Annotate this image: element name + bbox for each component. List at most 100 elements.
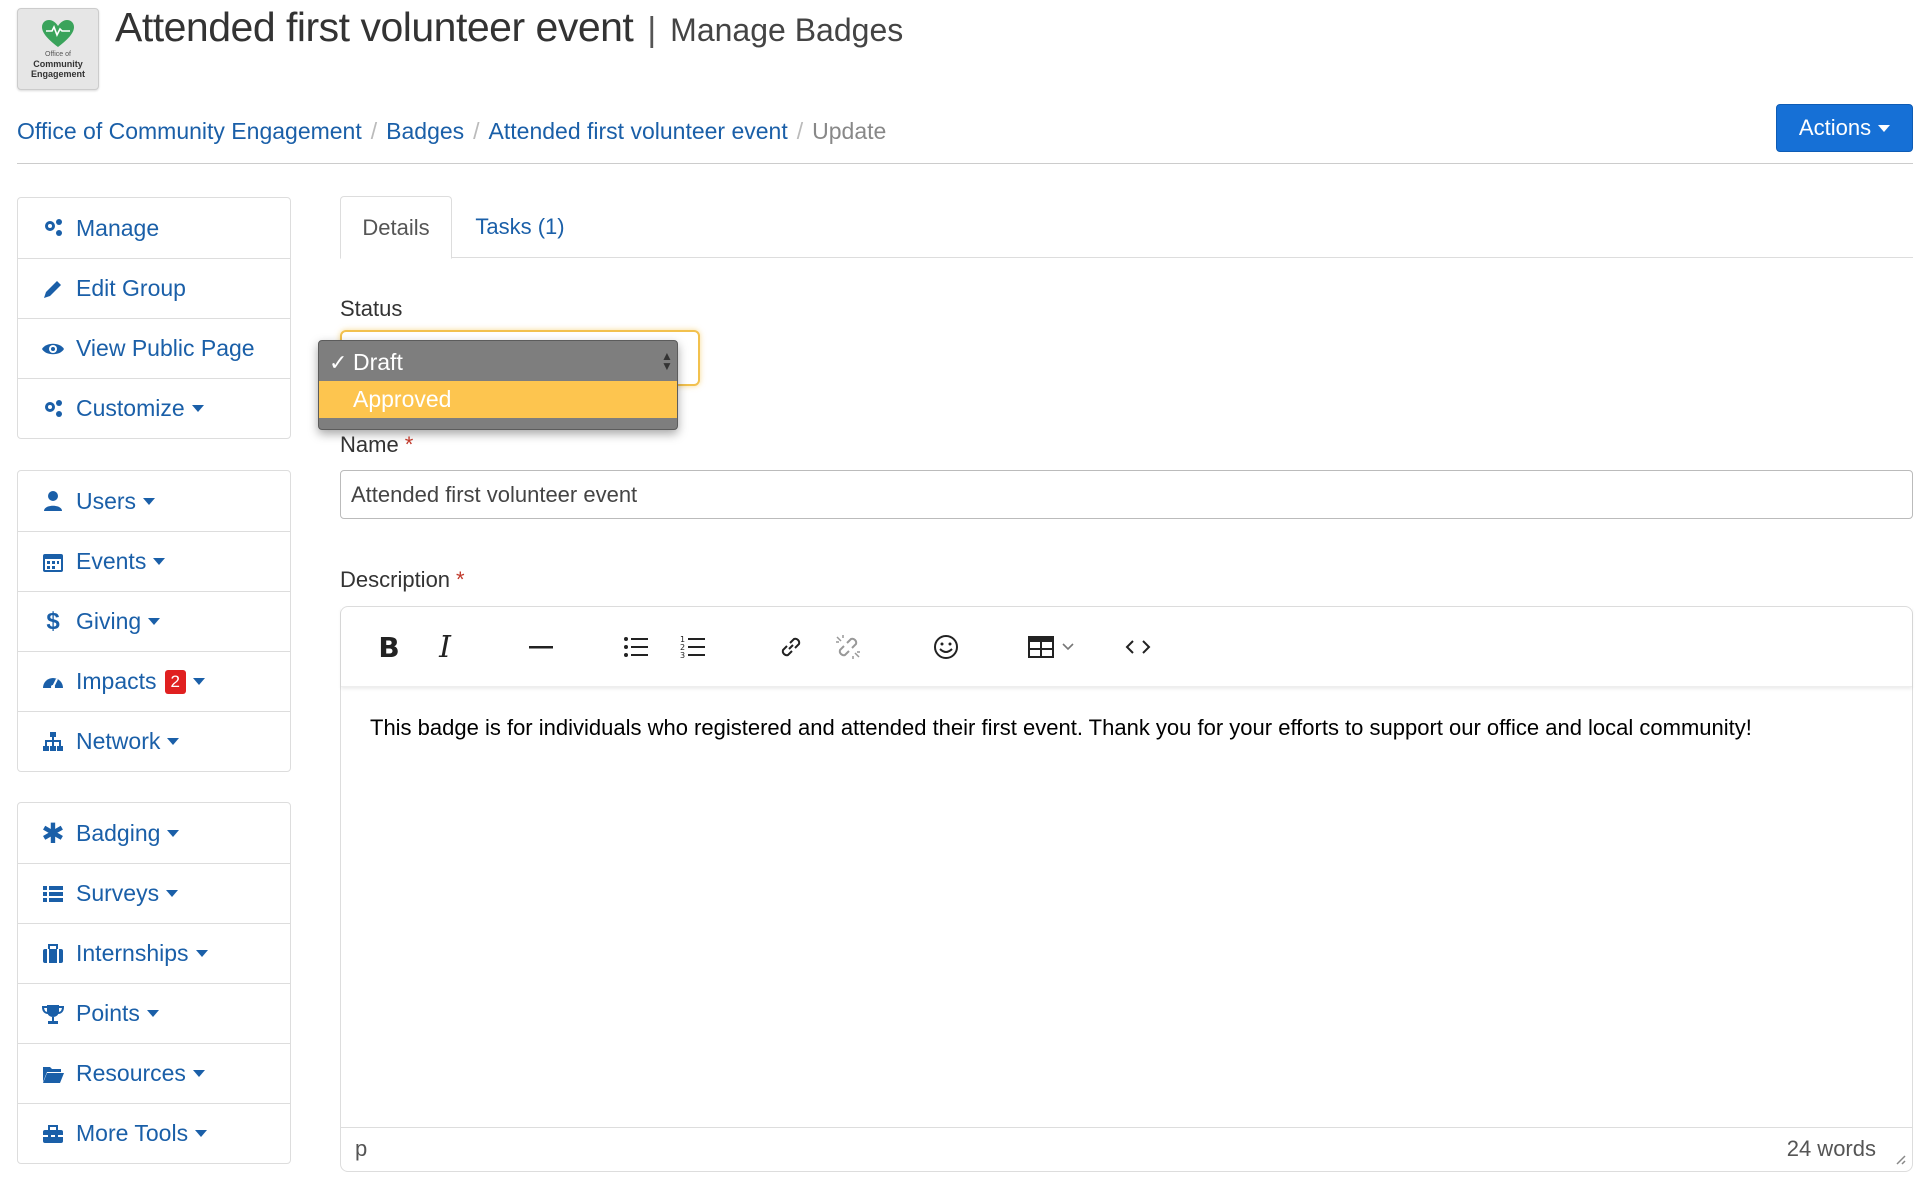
breadcrumb: Office of Community Engagement / Badges / At… [17, 118, 887, 144]
sidebar-item-view-public-page[interactable]: View Public Page [18, 318, 290, 378]
sidebar-item-surveys[interactable]: Surveys [18, 863, 290, 923]
svg-text:3: 3 [680, 651, 685, 660]
status-label: Status [340, 296, 403, 321]
chevron-down-icon [1062, 643, 1074, 651]
calendar-icon [40, 549, 66, 575]
caret-down-icon [193, 678, 205, 685]
sidebar-item-network[interactable]: Network [18, 711, 290, 771]
caret-down-icon [1878, 124, 1891, 132]
editor-toolbar: B I 123 [341, 607, 1912, 687]
numbered-list-button[interactable]: 123 [673, 627, 713, 667]
link-icon [781, 637, 801, 657]
page-header: Attended first volunteer event | Manage … [115, 4, 903, 64]
pencil-icon [40, 276, 66, 302]
bold-button[interactable]: B [369, 627, 409, 667]
status-dropdown-menu: ✓ Draft Approved ▲ ▼ [318, 340, 678, 430]
actions-button[interactable]: Actions [1776, 104, 1913, 152]
sidebar-item-customize[interactable]: Customize [18, 378, 290, 438]
emoji-icon [934, 635, 958, 659]
page-title: Attended first volunteer event [115, 4, 634, 50]
gears-icon [40, 215, 66, 241]
briefcase-icon [40, 941, 66, 967]
sidebar-item-users[interactable]: Users [18, 471, 290, 531]
caret-down-icon [153, 558, 166, 565]
status-option-draft[interactable]: ✓ Draft [319, 344, 677, 381]
page-subtitle: Manage Badges [670, 12, 904, 48]
caret-down-icon [166, 890, 179, 897]
sidebar-item-more-tools[interactable]: More Tools [18, 1103, 290, 1163]
name-label: Name * [340, 432, 414, 457]
sidebar-item-edit-group[interactable]: Edit Group [18, 258, 290, 318]
breadcrumb-group[interactable]: Office of Community Engagement [17, 118, 362, 144]
link-button[interactable] [771, 627, 811, 667]
caret-down-icon [143, 497, 156, 505]
sidebar-group-community: Users Events $ Giving Impacts 2 Network [17, 470, 291, 772]
sidebar-group-tools: ✱ Badging Surveys Internships Points Res… [17, 802, 291, 1164]
dashboard-icon [40, 669, 66, 695]
horizontal-rule-icon [529, 646, 553, 649]
badge-tabs: Details Tasks (1) [340, 196, 1913, 259]
sidebar-item-giving[interactable]: $ Giving [18, 591, 290, 651]
source-code-button[interactable] [1118, 627, 1158, 667]
caret-down-icon [148, 618, 161, 625]
name-input[interactable] [340, 470, 1913, 519]
select-arrows-icon: ▲ ▼ [661, 349, 673, 373]
resize-handle-icon[interactable] [1892, 1151, 1906, 1165]
impacts-count-badge: 2 [164, 669, 186, 694]
group-logo[interactable]: Office of Community Engagement [17, 8, 99, 90]
tab-details[interactable]: Details [340, 196, 452, 259]
folder-open-icon [40, 1061, 66, 1087]
word-count[interactable]: 24 words [1787, 1136, 1876, 1162]
status-option-approved[interactable]: Approved [319, 381, 677, 418]
numbered-list-icon: 123 [680, 635, 705, 660]
bullet-list-button[interactable] [616, 627, 656, 667]
toolbox-icon [40, 1121, 66, 1147]
emoji-button[interactable] [926, 627, 966, 667]
checkmark-icon: ✓ [329, 350, 348, 375]
caret-down-icon [167, 738, 180, 745]
breadcrumb-current: Update [812, 118, 887, 144]
required-mark: * [456, 567, 465, 592]
sidebar-item-badging[interactable]: ✱ Badging [18, 803, 290, 863]
editor-status-bar: p 24 words [341, 1127, 1912, 1171]
italic-button[interactable]: I [425, 627, 465, 667]
italic-icon: I [439, 629, 451, 665]
title-separator: | [647, 11, 657, 49]
sidebar-item-events[interactable]: Events [18, 531, 290, 591]
horizontal-rule-button[interactable] [521, 627, 561, 667]
sidebar-group-manage: Manage Edit Group View Public Page Custo… [17, 197, 291, 439]
trophy-icon [40, 1001, 66, 1027]
caret-down-icon [167, 829, 180, 837]
gears-icon [40, 396, 66, 422]
breadcrumb-badge[interactable]: Attended first volunteer event [489, 118, 788, 144]
logo-brand: Community Engagement [30, 59, 85, 79]
bullet-list-icon [624, 637, 648, 657]
sidebar-item-points[interactable]: Points [18, 983, 290, 1043]
table-button[interactable] [1021, 627, 1081, 667]
sitemap-icon [40, 729, 66, 755]
sidebar-item-internships[interactable]: Internships [18, 923, 290, 983]
sidebar-item-manage[interactable]: Manage [18, 198, 290, 258]
logo-subtext: Office of [45, 51, 71, 58]
caret-down-icon [191, 405, 204, 412]
user-icon [40, 488, 66, 514]
source-code-icon [1125, 640, 1151, 654]
header-divider [17, 163, 1913, 164]
unlink-button[interactable] [828, 627, 868, 667]
caret-down-icon [195, 950, 208, 957]
editor-content[interactable]: This badge is for individuals who regist… [370, 713, 1892, 743]
breadcrumb-badges[interactable]: Badges [386, 118, 464, 144]
tab-tasks[interactable]: Tasks (1) [458, 196, 582, 258]
dollar-icon: $ [46, 607, 60, 635]
asterisk-icon: ✱ [41, 817, 65, 849]
heart-icon [42, 20, 74, 47]
required-mark: * [404, 432, 414, 457]
table-icon [1028, 636, 1054, 658]
bold-icon: B [378, 630, 400, 664]
sidebar-item-impacts[interactable]: Impacts 2 [18, 651, 290, 711]
description-label: Description * [340, 567, 465, 592]
caret-down-icon [146, 1010, 159, 1017]
sidebar-item-resources[interactable]: Resources [18, 1043, 290, 1103]
description-editor: B I 123 This badge is for individuals wh… [340, 606, 1913, 1172]
element-path[interactable]: p [355, 1136, 367, 1162]
